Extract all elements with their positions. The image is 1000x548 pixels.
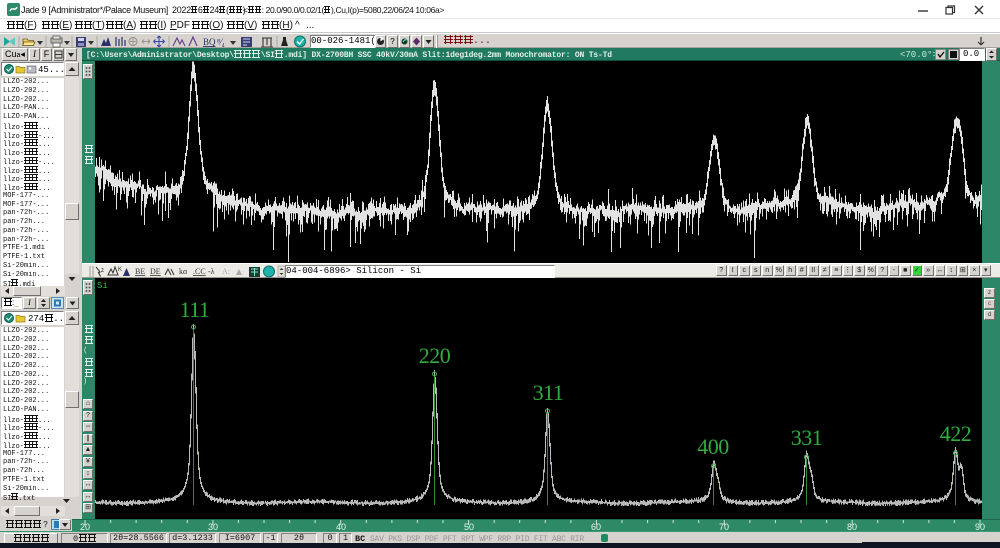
svg-text:K: K <box>118 267 122 273</box>
svg-text:311: 311 <box>533 380 564 405</box>
svg-text:BQ: BQ <box>203 37 216 47</box>
svg-text:220: 220 <box>419 343 451 368</box>
svg-text::: : <box>243 271 245 277</box>
svg-text:422: 422 <box>940 421 972 446</box>
svg-text:111: 111 <box>180 297 210 322</box>
svg-text:331: 331 <box>791 425 823 450</box>
svg-text:BE: BE <box>135 267 145 276</box>
svg-text:⁸⁄₄: ⁸⁄₄ <box>217 37 225 47</box>
svg-text:Si: Si <box>97 281 108 291</box>
svg-text:.CC: .CC <box>193 267 206 276</box>
svg-text:-λ: -λ <box>208 267 215 276</box>
svg-text:z: z <box>101 268 104 274</box>
svg-text:A:: A: <box>222 267 230 276</box>
svg-text:400: 400 <box>697 434 729 459</box>
svg-text:kα: kα <box>179 267 188 276</box>
svg-text:DE: DE <box>150 267 161 276</box>
